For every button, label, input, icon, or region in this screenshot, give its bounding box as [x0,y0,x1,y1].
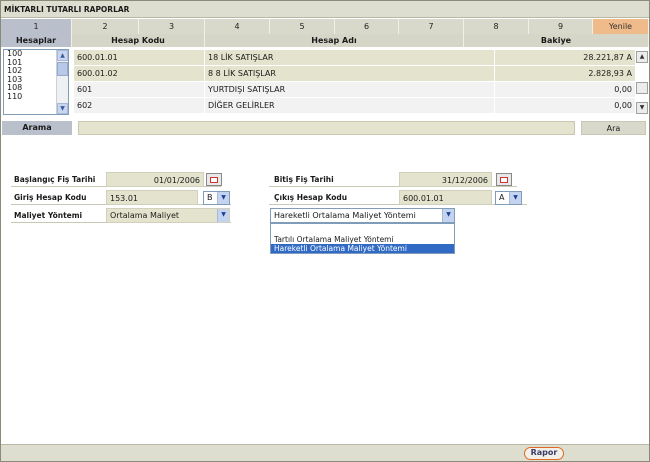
maliyet-row: Maliyet Yöntemi Ortalama Maliyet ▼ [11,208,231,223]
tab-7[interactable]: 7 [399,19,464,34]
maliyet-value: Ortalama Maliyet [110,211,180,220]
footer-bar: Rapor [1,444,649,461]
rapor-button[interactable]: Rapor [524,447,564,460]
row-hesap-kodu: 600.01.01 [74,50,205,65]
chevron-down-icon[interactable]: ▼ [442,209,454,222]
cikis-field[interactable]: 600.01.01 [399,190,492,205]
scroll-up-icon[interactable]: ▲ [57,50,68,61]
end-date-row: Bitiş Fiş Tarihi 31/12/2006 [269,172,517,187]
scroll-thumb[interactable] [57,62,68,76]
tab-5[interactable]: 5 [270,19,335,34]
tab-3[interactable]: 3 [139,19,205,34]
cikis-row: Çıkış Hesap Kodu 600.01.01 A ▼ [269,190,527,205]
grid-header: Hesaplar Hesap Kodu Hesap Adı Bakiye [1,34,649,47]
table-row[interactable]: 602 DİĞER GELİRLER 0,00 [74,98,636,113]
table-row[interactable]: 600.01.02 8 8 LİK SATIŞLAR 2.828,93 A [74,66,636,81]
tab-2[interactable]: 2 [72,19,139,34]
tab-4[interactable]: 4 [205,19,270,34]
dropdown-option-selected[interactable]: Hareketli Ortalama Maliyet Yöntemi [271,244,454,253]
end-date-field[interactable]: 31/12/2006 [399,172,492,187]
column-hesap-adi: Hesap Adı [205,34,464,47]
calendar-icon[interactable] [496,173,512,186]
row-hesap-adi: 8 8 LİK SATIŞLAR [205,66,495,81]
start-date-row: Başlangıç Fiş Tarihi 01/01/2006 [11,172,222,187]
row-bakiye: 2.828,93 A [495,66,636,81]
yontem-select[interactable]: Hareketli Ortalama Maliyet Yöntemi ▼ [270,208,455,223]
report-window: MİKTARLI TUTARLI RAPORLAR 1 2 3 4 5 6 7 … [0,0,650,462]
row-hesap-kodu: 600.01.02 [74,66,205,81]
grid-scrollbar[interactable]: ▲ ▼ [636,49,648,115]
chevron-down-icon[interactable]: ▼ [509,192,521,204]
chevron-down-icon[interactable]: ▼ [217,209,229,222]
giris-field[interactable]: 153.01 [106,190,198,205]
scroll-down-icon[interactable]: ▼ [636,102,648,114]
end-date-label: Bitiş Fiş Tarihi [274,175,334,184]
window-title: MİKTARLI TUTARLI RAPORLAR [1,1,649,18]
tab-8[interactable]: 8 [464,19,529,34]
giris-label: Giriş Hesap Kodu [14,193,87,202]
scroll-thumb[interactable] [636,82,648,94]
account-list-scrollbar[interactable]: ▲ ▼ [56,50,68,114]
table-row[interactable]: 601 YURTDIŞI SATIŞLAR 0,00 [74,82,636,97]
table-row[interactable]: 600.01.01 18 LİK SATIŞLAR 28.221,87 A [74,50,636,65]
tab-9[interactable]: 9 [529,19,593,34]
account-listbox[interactable]: 100 101 102 103 108 110 ▲ ▼ [3,49,69,115]
scroll-up-icon[interactable]: ▲ [636,51,648,63]
column-hesap-kodu: Hesap Kodu [72,34,205,47]
search-input[interactable] [78,121,575,135]
row-bakiye: 0,00 [495,82,636,97]
column-hesaplar: Hesaplar [1,34,72,47]
scroll-down-icon[interactable]: ▼ [57,103,68,114]
dropdown-option[interactable]: Tartılı Ortalama Maliyet Yöntemi [271,235,454,244]
row-bakiye: 0,00 [495,98,636,113]
row-hesap-kodu: 601 [74,82,205,97]
tab-bar: 1 2 3 4 5 6 7 8 9 Yenile [1,19,649,34]
yontem-dropdown-list[interactable]: Tartılı Ortalama Maliyet Yöntemi Hareket… [270,223,455,254]
tab-1[interactable]: 1 [1,19,72,34]
tab-6[interactable]: 6 [335,19,399,34]
row-hesap-adi: 18 LİK SATIŞLAR [205,50,495,65]
giris-type-value: B [207,193,213,202]
giris-row: Giriş Hesap Kodu 153.01 B ▼ [11,190,231,205]
cikis-type-select[interactable]: A ▼ [495,191,522,205]
column-bakiye: Bakiye [464,34,649,47]
yontem-value: Hareketli Ortalama Maliyet Yöntemi [274,211,416,220]
chevron-down-icon[interactable]: ▼ [217,192,229,204]
cikis-label: Çıkış Hesap Kodu [274,193,348,202]
calendar-icon[interactable] [206,173,222,186]
refresh-button[interactable]: Yenile [593,19,649,34]
search-button[interactable]: Ara [581,121,646,135]
maliyet-select[interactable]: Ortalama Maliyet ▼ [106,208,230,223]
row-bakiye: 28.221,87 A [495,50,636,65]
row-hesap-kodu: 602 [74,98,205,113]
row-hesap-adi: YURTDIŞI SATIŞLAR [205,82,495,97]
start-date-field[interactable]: 01/01/2006 [106,172,204,187]
giris-type-select[interactable]: B ▼ [203,191,230,205]
cikis-type-value: A [499,193,505,202]
start-date-label: Başlangıç Fiş Tarihi [14,175,96,184]
maliyet-label: Maliyet Yöntemi [14,211,83,220]
row-hesap-adi: DİĞER GELİRLER [205,98,495,113]
search-label: Arama [2,121,72,135]
